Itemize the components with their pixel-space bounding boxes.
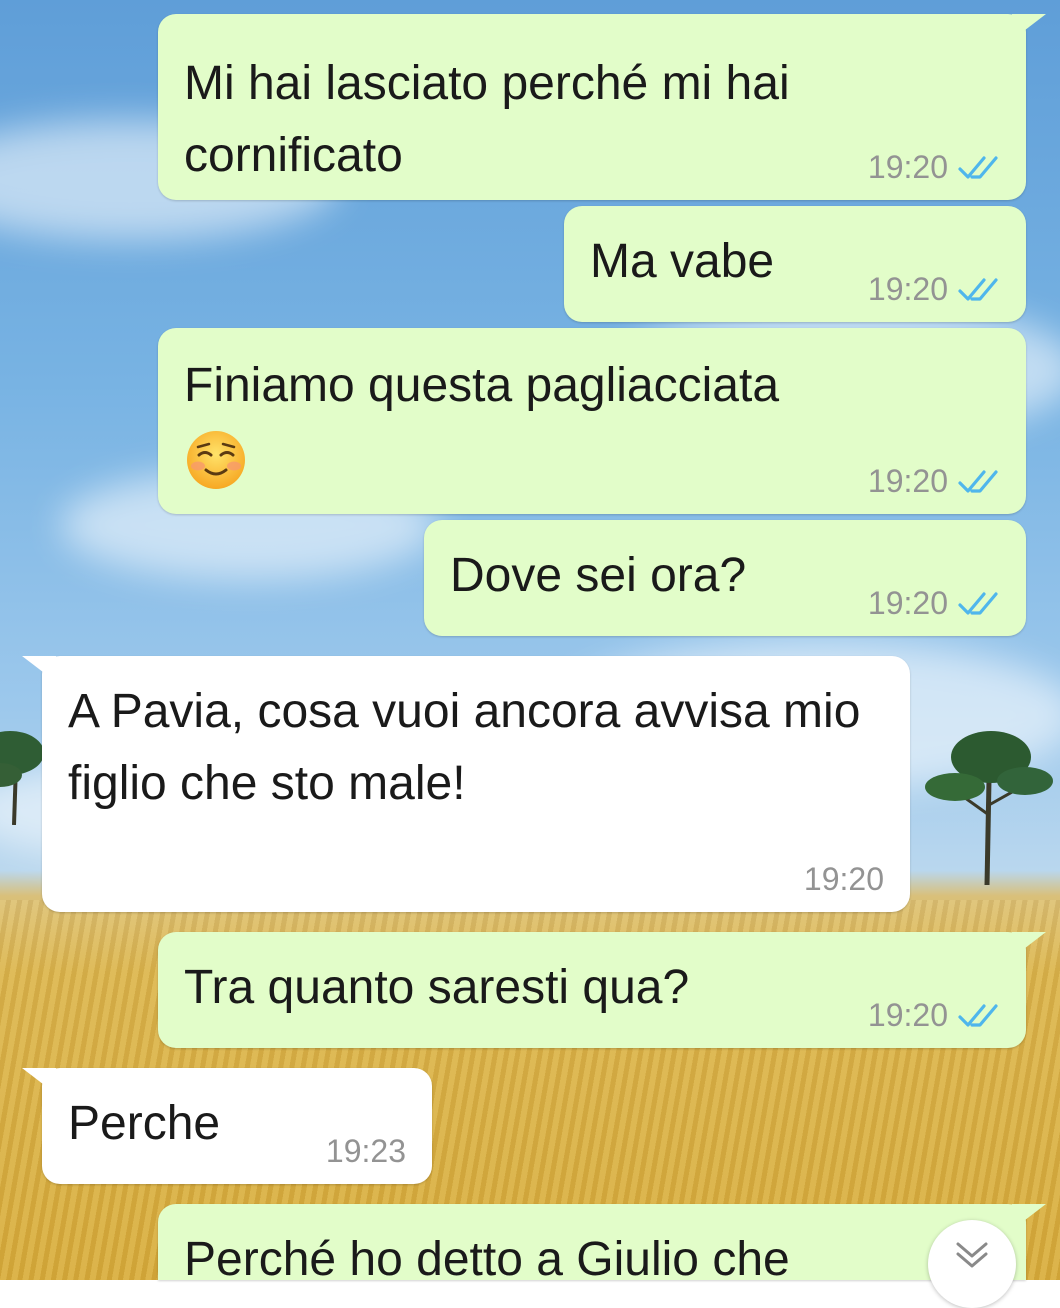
message-time: 19:20 — [867, 271, 948, 307]
message-time: 19:20 — [867, 997, 948, 1033]
message-text: A Pavia, cosa vuoi ancora avvisa mio fig… — [68, 685, 861, 810]
outgoing-message[interactable]: Tra quanto saresti qua? 19:20 — [158, 932, 1046, 1048]
read-checkmarks-icon — [958, 1003, 998, 1027]
message-meta: 19:20 — [868, 585, 1000, 622]
bubble-tail — [1012, 932, 1046, 958]
outgoing-message[interactable]: Mi hai lasciato perché mi hai cornificat… — [158, 14, 1046, 200]
outgoing-message[interactable]: Perché ho detto a Giulio che — [158, 1204, 1046, 1286]
message-time: 19:20 — [867, 585, 948, 621]
read-checkmarks-icon — [958, 469, 998, 493]
message-text: Perché ho detto a Giulio che — [184, 1233, 790, 1286]
scroll-to-bottom-button[interactable] — [928, 1220, 1016, 1308]
outgoing-message[interactable]: Ma vabe 19:20 — [564, 206, 1026, 322]
message-meta: 19:20 — [868, 271, 1000, 308]
message-time: 19:20 — [867, 149, 948, 185]
incoming-message[interactable]: A Pavia, cosa vuoi ancora avvisa mio fig… — [22, 656, 910, 912]
bubble-tail — [22, 656, 56, 682]
outgoing-message[interactable]: Finiamo questa pagliacciata 19:20 — [158, 328, 1026, 514]
message-text-line: Finiamo questa pagliacciata — [184, 359, 780, 412]
smiling-face-emoji — [187, 431, 245, 490]
message-meta: 19:23 — [326, 1133, 406, 1170]
bubble-tail — [1012, 14, 1046, 40]
message-time: 19:20 — [867, 463, 948, 499]
read-checkmarks-icon — [958, 591, 998, 615]
message-time: 19:23 — [325, 1133, 406, 1169]
tree-right-icon — [925, 731, 1053, 885]
outgoing-message[interactable]: Dove sei ora? 19:20 — [424, 520, 1026, 636]
bubble-tail — [1012, 1204, 1046, 1230]
message-meta: 19:20 — [868, 149, 1000, 186]
message-meta: 19:20 — [868, 463, 1000, 500]
incoming-message[interactable]: Perche 19:23 — [22, 1068, 432, 1184]
bubble-tail — [22, 1068, 56, 1094]
read-checkmarks-icon — [958, 277, 998, 301]
double-chevron-down-icon — [956, 1242, 988, 1268]
message-time: 19:20 — [803, 861, 884, 897]
read-checkmarks-icon — [958, 155, 998, 179]
message-meta: 19:20 — [868, 997, 1000, 1034]
message-meta: 19:20 — [804, 861, 884, 898]
